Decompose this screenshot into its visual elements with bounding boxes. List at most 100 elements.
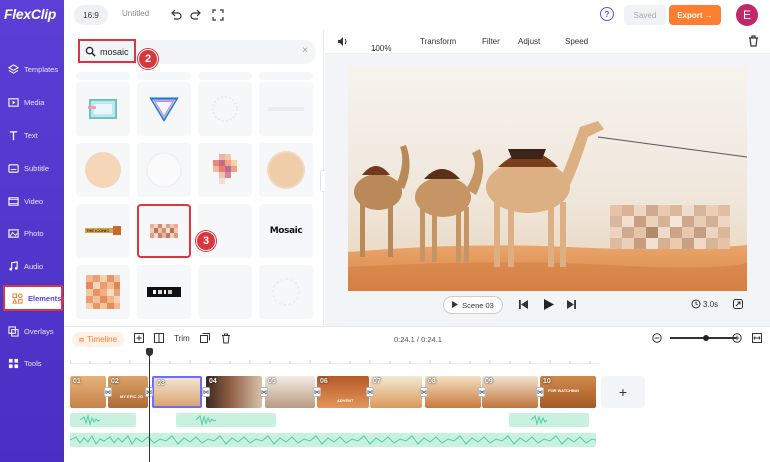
next-icon[interactable] — [567, 300, 576, 312]
timeline-clip[interactable]: 09 — [482, 376, 538, 408]
timeline-clip-selected[interactable]: 03 — [152, 376, 202, 408]
sidebar-item-overlays[interactable]: Overlays — [0, 318, 64, 344]
timeline-body: 01 ⋈ 02 MY EPIC JO ⋈ 03 ⋈ 04 ⋈ 05 ⋈ 06 ADV… — [64, 348, 770, 462]
duplicate-icon[interactable] — [200, 333, 210, 346]
element-tile[interactable] — [198, 72, 252, 80]
clip-caption: ADVENT — [337, 398, 354, 403]
export-button[interactable]: Export → — [669, 5, 721, 25]
sidebar-item-label: Video — [24, 196, 44, 206]
timeline-clip[interactable]: 02 MY EPIC JO — [108, 376, 148, 408]
chevron-down-icon: ⌄ — [371, 44, 378, 53]
sound-effect-track[interactable] — [509, 413, 589, 427]
avatar[interactable]: E — [736, 4, 758, 26]
element-tile-glitch-frame[interactable] — [76, 82, 130, 136]
fit-width-icon[interactable] — [752, 333, 762, 346]
project-name[interactable]: Untitled — [122, 9, 149, 18]
zoom-out-icon[interactable] — [652, 333, 662, 346]
transition-icon[interactable]: ⋈ — [202, 387, 210, 397]
element-tile-mosaic-text[interactable]: Mosaic — [259, 204, 313, 258]
undo-icon[interactable] — [168, 7, 184, 23]
timeline-clip[interactable]: 05 — [265, 376, 315, 408]
tile-label: THE ICONIC — [86, 228, 110, 233]
sidebar-item-audio[interactable]: Audio — [0, 253, 64, 279]
elements-panel: mosaic × 2 THE ICONIC Mosaic 3 — [64, 30, 324, 332]
aspect-ratio-button[interactable]: 16:9 — [74, 5, 108, 25]
adjust-button[interactable]: Adjust — [518, 37, 540, 46]
timeline-clip[interactable]: 08 — [425, 376, 481, 408]
sound-effect-track[interactable] — [176, 413, 276, 427]
element-tile[interactable] — [76, 72, 130, 80]
add-clip-icon[interactable] — [134, 333, 144, 346]
transition-icon[interactable]: ⋈ — [478, 387, 486, 397]
element-tile-orange-circle[interactable] — [259, 143, 313, 197]
trash-icon[interactable] — [748, 35, 759, 49]
elements-grid: THE ICONIC Mosaic — [76, 72, 314, 332]
sidebar-item-elements[interactable]: Elements — [3, 285, 63, 311]
element-tile-black-bar[interactable] — [137, 265, 191, 319]
preview-controls: Scene 03 3.0s — [325, 296, 770, 318]
sidebar-item-label: Media — [24, 97, 45, 107]
scene-duration[interactable]: 3.0s — [703, 300, 718, 309]
zoom-in-icon[interactable] — [732, 333, 742, 346]
sidebar-item-text[interactable]: Text — [0, 122, 64, 148]
sidebar-item-subtitle[interactable]: Subtitle — [0, 155, 64, 181]
element-tile-faint-circle[interactable] — [198, 82, 252, 136]
timeline-clip[interactable]: 06 ADVENT — [317, 376, 369, 408]
sidebar-item-label: Overlays — [24, 326, 54, 336]
trim-button[interactable]: Trim — [174, 334, 190, 343]
transition-icon[interactable]: ⋈ — [366, 387, 374, 397]
sidebar-item-label: Audio — [24, 261, 44, 271]
redo-icon[interactable] — [188, 7, 204, 23]
prev-icon[interactable] — [519, 300, 528, 312]
split-icon[interactable] — [154, 333, 164, 346]
mosaic-overlay[interactable] — [610, 205, 730, 249]
element-tile-orange-mosaic[interactable] — [76, 265, 130, 319]
play-icon[interactable] — [544, 299, 554, 313]
filter-button[interactable]: Filter — [482, 37, 500, 46]
element-tile-blank[interactable] — [198, 265, 252, 319]
sound-effect-track[interactable] — [70, 413, 136, 427]
scene-button[interactable]: Scene 03 — [443, 296, 503, 314]
delete-icon[interactable] — [221, 333, 231, 347]
element-tile[interactable] — [137, 72, 191, 80]
element-tile-faint-bar[interactable] — [259, 82, 313, 136]
element-tile-white-circle[interactable] — [137, 143, 191, 197]
clip-number: 05 — [268, 378, 276, 385]
video-canvas[interactable] — [348, 67, 747, 291]
sidebar-item-photo[interactable]: Photo — [0, 220, 64, 246]
transition-icon[interactable]: ⋈ — [420, 387, 428, 397]
sidebar-item-templates[interactable]: Templates — [0, 56, 64, 82]
element-tile-faint-pattern[interactable] — [259, 265, 313, 319]
timeline-header: ⧈ Timeline Trim 0:24.1 / 0:24.1 — [64, 326, 770, 350]
fullscreen-icon[interactable] — [210, 7, 226, 23]
transition-icon[interactable]: ⋈ — [104, 387, 112, 397]
timeline-button[interactable]: ⧈ Timeline — [72, 332, 124, 347]
playhead[interactable] — [149, 350, 150, 462]
element-tile-peach-circle[interactable] — [76, 143, 130, 197]
element-tile-pixel-flower[interactable] — [198, 143, 252, 197]
volume-icon[interactable] — [337, 36, 349, 49]
add-scene-button[interactable]: + — [601, 376, 645, 408]
zoom-slider-handle[interactable] — [703, 334, 709, 341]
transition-icon[interactable]: ⋈ — [313, 387, 321, 397]
speed-button[interactable]: Speed — [565, 37, 588, 46]
element-tile-glitch-triangle[interactable] — [137, 82, 191, 136]
timeline-clip[interactable]: 04 — [206, 376, 262, 408]
step-badge-2: 2 — [138, 49, 158, 69]
element-tile[interactable] — [259, 72, 313, 80]
sidebar-item-media[interactable]: Media — [0, 89, 64, 115]
element-tile-mosaic-selected[interactable] — [137, 204, 191, 258]
sidebar-item-tools[interactable]: Tools — [0, 350, 64, 376]
expand-icon[interactable] — [733, 299, 743, 312]
transform-button[interactable]: Transform — [420, 37, 456, 46]
clear-icon[interactable]: × — [302, 45, 308, 56]
sidebar-item-video[interactable]: Video — [0, 188, 64, 214]
transition-icon[interactable]: ⋈ — [536, 387, 544, 397]
saved-button[interactable]: Saved — [624, 5, 666, 25]
timeline-clip[interactable]: 07 — [370, 376, 422, 408]
element-tile-iconic-fire[interactable]: THE ICONIC — [76, 204, 130, 258]
timeline-clip[interactable]: 10 FOR WATCHING — [540, 376, 596, 408]
transition-icon[interactable]: ⋈ — [260, 387, 268, 397]
timeline-clip[interactable]: 01 — [70, 376, 106, 408]
help-icon[interactable]: ? — [600, 7, 614, 21]
